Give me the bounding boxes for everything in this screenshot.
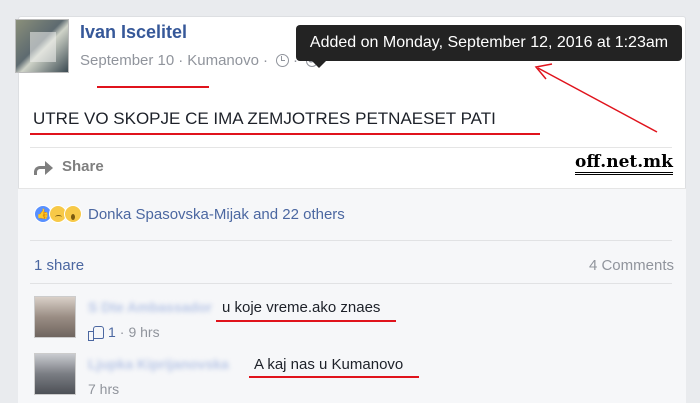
thumbs-up-icon[interactable] [88,325,104,341]
divider [30,240,672,241]
reactions-summary[interactable]: 👍 Donka Spasovska-Mijak and 22 others [34,205,345,223]
annotation-underline [97,86,209,88]
wow-icon [64,205,82,223]
author-name[interactable]: Ivan Iscelitel [80,22,187,43]
comment-text: A kaj nas u Kumanovo [254,356,404,373]
share-count[interactable]: 1 share [34,257,84,274]
comment-text: u koje vreme.ako znaes [222,299,381,316]
post-text: UTRE VO SKOPJE CE IMA ZEMJOTRES PETNAESE… [33,109,496,128]
comment-time[interactable]: 7 hrs [88,381,119,397]
post-meta: September 10 · Kumanovo · · [80,52,318,69]
divider [30,147,672,148]
annotation-underline [249,376,419,378]
annotation-underline [216,320,396,322]
comment-avatar[interactable] [34,296,76,338]
share-icon [34,159,54,175]
comment-time[interactable]: 9 hrs [128,324,159,340]
comment-avatar[interactable] [34,353,76,395]
comment-like-count[interactable]: 1 [108,324,116,340]
share-label: Share [62,158,104,175]
annotation-underline [30,133,540,135]
author-avatar[interactable] [15,19,69,73]
post-location[interactable]: Kumanovo [187,52,259,69]
comment-meta: 1 · 9 hrs [88,324,160,341]
comment-count[interactable]: 4 Comments [589,257,674,274]
share-button[interactable]: Share [34,158,104,175]
watermark: off.net.mk [575,152,673,175]
clock-icon[interactable] [275,54,289,67]
comment-author[interactable]: Ljupka Kiprijanovska [88,356,229,372]
meta-separator: · [178,52,184,69]
divider [30,283,672,284]
comment-meta: 7 hrs [88,381,119,397]
reaction-names[interactable]: Donka Spasovska-Mijak and 22 others [88,206,345,223]
comment-author[interactable]: S Dte Ambassador [88,299,212,315]
meta-separator: · [262,52,268,69]
meta-separator: · [119,324,125,340]
post-date[interactable]: September 10 [80,52,174,69]
timestamp-tooltip: Added on Monday, September 12, 2016 at 1… [296,25,682,68]
